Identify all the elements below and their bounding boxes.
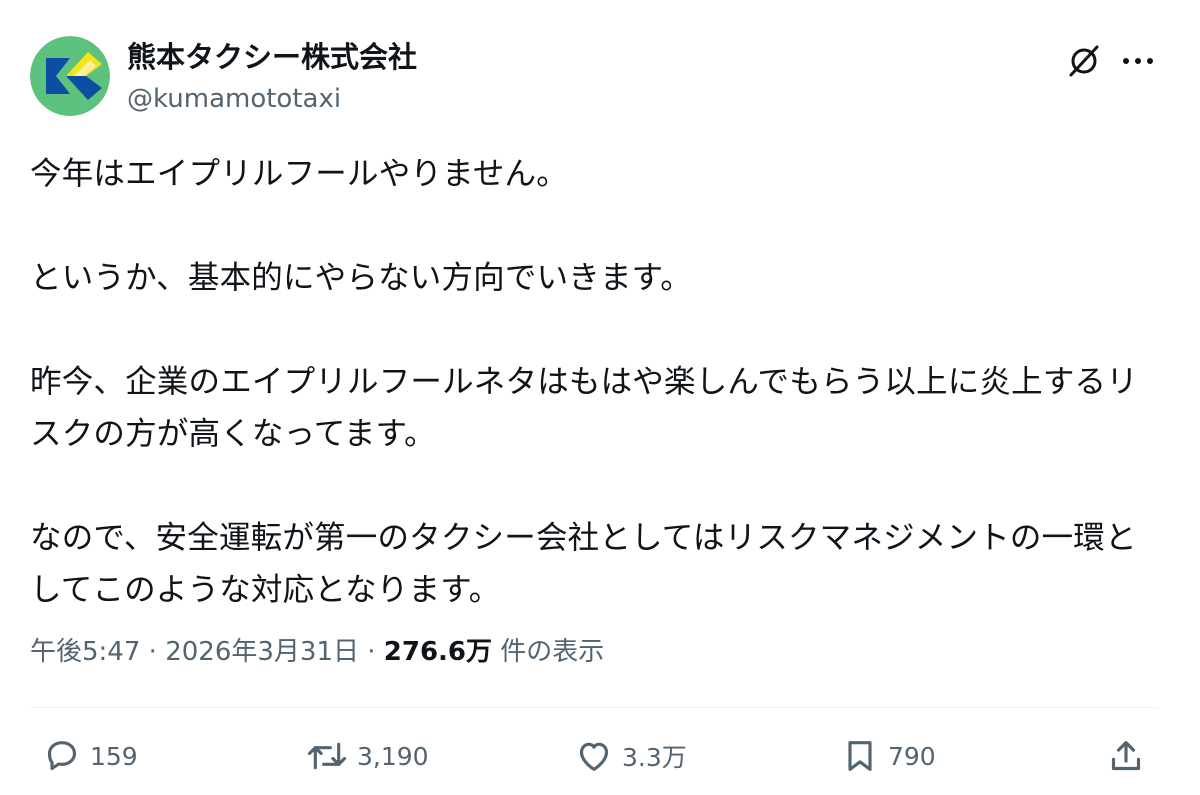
views-label: 件の表示 [500,637,605,667]
more-dots-icon [1123,58,1153,64]
post-paragraph: 今年はエイプリルフールやりません。 [30,156,568,192]
author-display-name[interactable]: 熊本タクシー株式会社 [127,38,417,76]
repost-count: 3,190 [357,741,429,771]
reply-icon [47,741,77,771]
post-paragraph: というか、基本的にやらない方向でいきます。 [30,260,692,296]
divider [30,707,1158,708]
reply-count: 159 [90,741,138,771]
meta-separator: · [367,637,376,667]
like-count: 3.3万 [622,743,687,772]
author-handle[interactable]: @kumamototaxi [127,82,341,116]
post-paragraph: なので、安全運転が第一のタクシー会社としてはリスクマネジメントの一環としてこのよ… [30,520,1137,608]
bookmark-icon [848,741,872,771]
share-icon [1111,741,1141,771]
meta-separator: · [148,637,157,667]
share-button[interactable] [1106,733,1146,779]
post-meta: 午後5:47 · 2026年3月31日 · 276.6万 件の表示 [30,632,604,672]
like-button[interactable]: 3.3万 [574,733,687,779]
post-paragraph: 昨今、企業のエイプリルフールネタはもはや楽しんでもらう以上に炎上するリスクの方が… [30,364,1138,452]
reply-button[interactable]: 159 [42,733,138,779]
post-time[interactable]: 午後5:47 [30,637,140,667]
company-logo-icon [30,36,110,116]
repost-icon [307,742,347,770]
grok-slash-icon [1069,45,1099,77]
grok-button[interactable] [1060,38,1108,84]
bookmark-button[interactable]: 790 [840,733,936,779]
heart-icon [579,742,609,771]
avatar[interactable] [30,36,110,116]
views-count: 276.6万 [383,637,493,667]
post-date[interactable]: 2026年3月31日 [165,637,359,667]
bookmark-count: 790 [888,741,936,771]
post-text: 今年はエイプリルフールやりません。 というか、基本的にやらない方向でいきます。 … [30,148,1165,616]
post-detail: 熊本タクシー株式会社 @kumamototaxi 今年はエイプリルフールやりませ… [0,0,1200,795]
more-options-button[interactable] [1114,38,1162,84]
repost-button[interactable]: 3,190 [305,733,429,779]
